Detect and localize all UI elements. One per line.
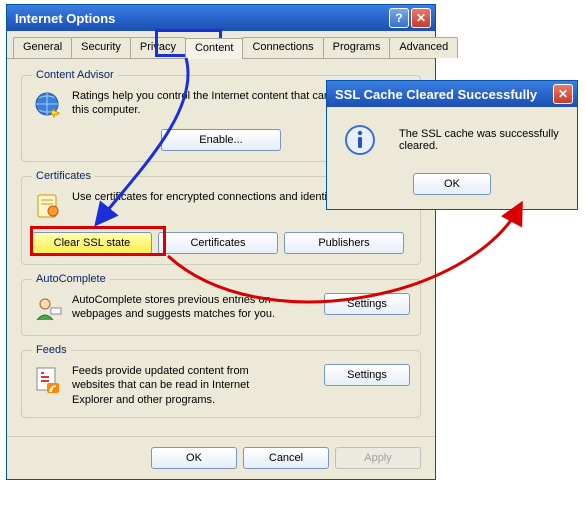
tabs: General Security Privacy Content Connect… (7, 31, 435, 59)
clear-ssl-button[interactable]: Clear SSL state (32, 232, 152, 254)
content-advisor-legend: Content Advisor (32, 69, 118, 81)
certificates-button[interactable]: Certificates (158, 232, 278, 254)
titlebar: Internet Options ? ✕ (7, 5, 435, 31)
feeds-text: Feeds provide updated content from websi… (72, 364, 282, 407)
dialog-buttons: OK Cancel Apply (7, 436, 435, 479)
cancel-button[interactable]: Cancel (243, 447, 329, 469)
certificates-legend: Certificates (32, 170, 95, 182)
popup-message: The SSL cache was successfully cleared. (399, 128, 561, 152)
autocomplete-icon (32, 293, 64, 325)
feeds-group: Feeds Feeds provide updated content from… (21, 344, 421, 418)
tab-privacy[interactable]: Privacy (130, 37, 186, 58)
autocomplete-settings-button[interactable]: Settings (324, 293, 410, 315)
popup-titlebar: SSL Cache Cleared Successfully ✕ (327, 81, 577, 107)
tab-advanced[interactable]: Advanced (389, 37, 458, 58)
autocomplete-legend: AutoComplete (32, 273, 110, 285)
popup-ok-button[interactable]: OK (413, 173, 491, 195)
autocomplete-group: AutoComplete AutoComplete stores previou… (21, 273, 421, 336)
ok-button[interactable]: OK (151, 447, 237, 469)
tab-security[interactable]: Security (71, 37, 131, 58)
info-icon (343, 123, 377, 157)
feeds-legend: Feeds (32, 344, 71, 356)
popup-close-button[interactable]: ✕ (553, 84, 573, 104)
close-button[interactable]: ✕ (411, 8, 431, 28)
tab-content[interactable]: Content (185, 38, 244, 59)
certificate-icon (32, 190, 64, 222)
tab-connections[interactable]: Connections (242, 37, 323, 58)
globe-icon (32, 89, 64, 121)
popup-title: SSL Cache Cleared Successfully (335, 87, 537, 102)
window-title: Internet Options (15, 11, 115, 26)
apply-button: Apply (335, 447, 421, 469)
help-button[interactable]: ? (389, 8, 409, 28)
internet-options-window: Internet Options ? ✕ General Security Pr… (6, 4, 436, 480)
tab-programs[interactable]: Programs (323, 37, 391, 58)
tab-general[interactable]: General (13, 37, 72, 58)
ssl-cleared-dialog: SSL Cache Cleared Successfully ✕ The SSL… (326, 80, 578, 210)
enable-button[interactable]: Enable... (161, 129, 281, 151)
feeds-settings-button[interactable]: Settings (324, 364, 410, 386)
feed-icon (32, 364, 64, 396)
autocomplete-text: AutoComplete stores previous entries on … (72, 293, 282, 325)
publishers-button[interactable]: Publishers (284, 232, 404, 254)
